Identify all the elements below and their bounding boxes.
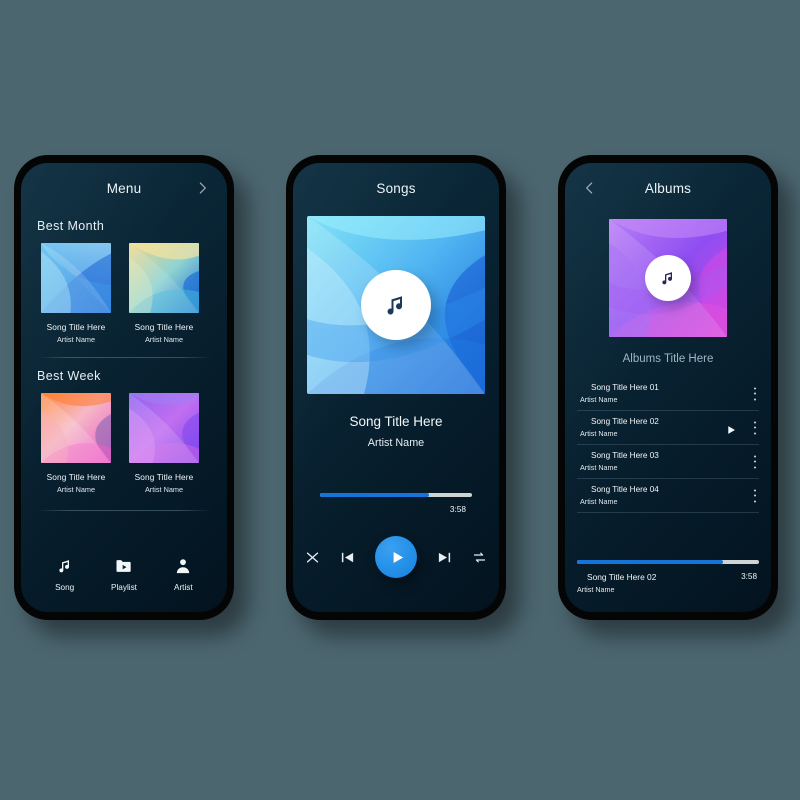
section-heading-best-week: Best Week — [37, 369, 101, 383]
shuffle-icon[interactable] — [305, 550, 320, 565]
track-artist: Artist Name — [580, 395, 618, 404]
card-artist: Artist Name — [144, 335, 184, 344]
phone-menu: Menu Best Month Song Title Here Artist N… — [14, 155, 234, 620]
now-playing-info: Song Title Here 02 Artist Name — [577, 572, 656, 594]
menu-screen: Menu Best Month Song Title Here Artist N… — [21, 163, 227, 612]
more-vertical-icon[interactable] — [753, 455, 756, 468]
nav-divider — [37, 510, 211, 511]
track-artist: Artist Name — [580, 497, 618, 506]
now-playing-artist: Artist Name — [367, 437, 425, 449]
play-icon[interactable] — [726, 422, 737, 434]
card-artist: Artist Name — [56, 485, 96, 494]
album-art[interactable] — [609, 219, 727, 337]
track-title: Song Title Here 04 — [591, 485, 659, 494]
track-duration: 3:58 — [449, 504, 466, 514]
phone-player: Songs Song Title Here Artist Name 3:58 — [286, 155, 506, 620]
nav-item-song[interactable]: Song — [38, 556, 92, 592]
card-artist: Artist Name — [56, 335, 96, 344]
song-card[interactable]: Song Title Here Artist Name — [129, 393, 199, 494]
music-note-icon — [662, 272, 672, 285]
repeat-icon[interactable] — [472, 550, 487, 565]
play-button[interactable] — [375, 536, 417, 578]
track-row[interactable]: Song Title Here 01 Artist Name — [577, 377, 759, 411]
track-row[interactable]: Song Title Here 02 Artist Name — [577, 411, 759, 445]
now-playing-artist: Artist Name — [577, 585, 615, 594]
page-title: Albums — [644, 180, 692, 196]
song-card[interactable]: Song Title Here Artist Name — [41, 393, 111, 494]
album-thumbnail-violet — [129, 393, 199, 463]
nav-label: Playlist — [111, 583, 137, 592]
chevron-left-icon[interactable] — [581, 180, 598, 197]
album-title: Albums Title Here — [622, 353, 714, 365]
album-thumbnail-blue — [41, 243, 111, 313]
chevron-right-icon[interactable] — [194, 180, 211, 197]
track-artist: Artist Name — [580, 463, 618, 472]
section-heading-best-month: Best Month — [37, 219, 105, 233]
skip-next-icon[interactable] — [437, 550, 452, 565]
albums-screen: Albums Albums Title Here Song Title Here… — [565, 163, 771, 612]
nav-label: Song — [55, 583, 75, 592]
bottom-nav: Song Playlist Artist — [21, 556, 227, 592]
nav-item-artist[interactable]: Artist — [156, 556, 210, 592]
art-play-badge[interactable] — [361, 270, 431, 340]
section-divider — [37, 357, 211, 358]
track-row[interactable]: Song Title Here 04 Artist Name — [577, 479, 759, 513]
card-title: Song Title Here — [46, 472, 106, 482]
album-thumbnail-orange — [41, 393, 111, 463]
album-thumbnail-gold — [129, 243, 199, 313]
track-title: Song Title Here 01 — [591, 383, 659, 392]
progress-bar[interactable] — [577, 560, 759, 564]
screenshot-canvas: Menu Best Month Song Title Here Artist N… — [0, 0, 800, 800]
player-screen: Songs Song Title Here Artist Name 3:58 — [293, 163, 499, 612]
card-title: Song Title Here — [134, 322, 194, 332]
now-playing-title: Song Title Here 02 — [587, 572, 657, 582]
play-icon — [393, 551, 403, 563]
song-card[interactable]: Song Title Here Artist Name — [129, 243, 199, 344]
skip-previous-icon[interactable] — [340, 550, 355, 565]
player-topbar: Songs — [293, 163, 499, 213]
folder-play-icon — [114, 556, 134, 576]
progress-bar[interactable] — [320, 493, 472, 497]
best-month-grid: Song Title Here Artist Name Song Title H… — [21, 243, 227, 344]
album-art-large[interactable] — [307, 216, 485, 394]
now-playing-row[interactable]: Song Title Here 02 Artist Name 3:58 — [577, 572, 759, 594]
page-title: Songs — [376, 180, 416, 196]
menu-topbar: Menu — [21, 163, 227, 213]
nav-label: Artist — [173, 583, 193, 592]
card-title: Song Title Here — [134, 472, 194, 482]
more-vertical-icon[interactable] — [753, 387, 756, 400]
person-icon — [173, 556, 193, 576]
now-playing-title: Song Title Here — [349, 414, 443, 429]
track-list: Song Title Here 01 Artist Name Song Titl… — [577, 377, 759, 513]
phone-albums: Albums Albums Title Here Song Title Here… — [558, 155, 778, 620]
music-note-icon — [55, 556, 75, 576]
now-playing-time: 3:58 — [741, 572, 757, 581]
now-playing-bar: Song Title Here 02 Artist Name 3:58 — [577, 560, 759, 594]
progress-fill — [320, 493, 430, 497]
song-card[interactable]: Song Title Here Artist Name — [41, 243, 111, 344]
more-vertical-icon[interactable] — [753, 421, 756, 434]
more-vertical-icon[interactable] — [753, 489, 756, 502]
player-controls — [293, 536, 499, 578]
track-row[interactable]: Song Title Here 03 Artist Name — [577, 445, 759, 479]
card-title: Song Title Here — [46, 322, 106, 332]
music-note-icon — [387, 296, 402, 315]
albums-topbar: Albums — [565, 163, 771, 213]
best-week-grid: Song Title Here Artist Name Song Title H… — [21, 393, 227, 494]
progress-fill — [577, 560, 723, 564]
nav-item-playlist[interactable]: Playlist — [97, 556, 151, 592]
card-artist: Artist Name — [144, 485, 184, 494]
track-title: Song Title Here 03 — [591, 451, 659, 460]
page-title: Menu — [106, 180, 142, 196]
progress-area: 3:58 — [320, 493, 472, 514]
art-play-badge[interactable] — [645, 255, 691, 301]
